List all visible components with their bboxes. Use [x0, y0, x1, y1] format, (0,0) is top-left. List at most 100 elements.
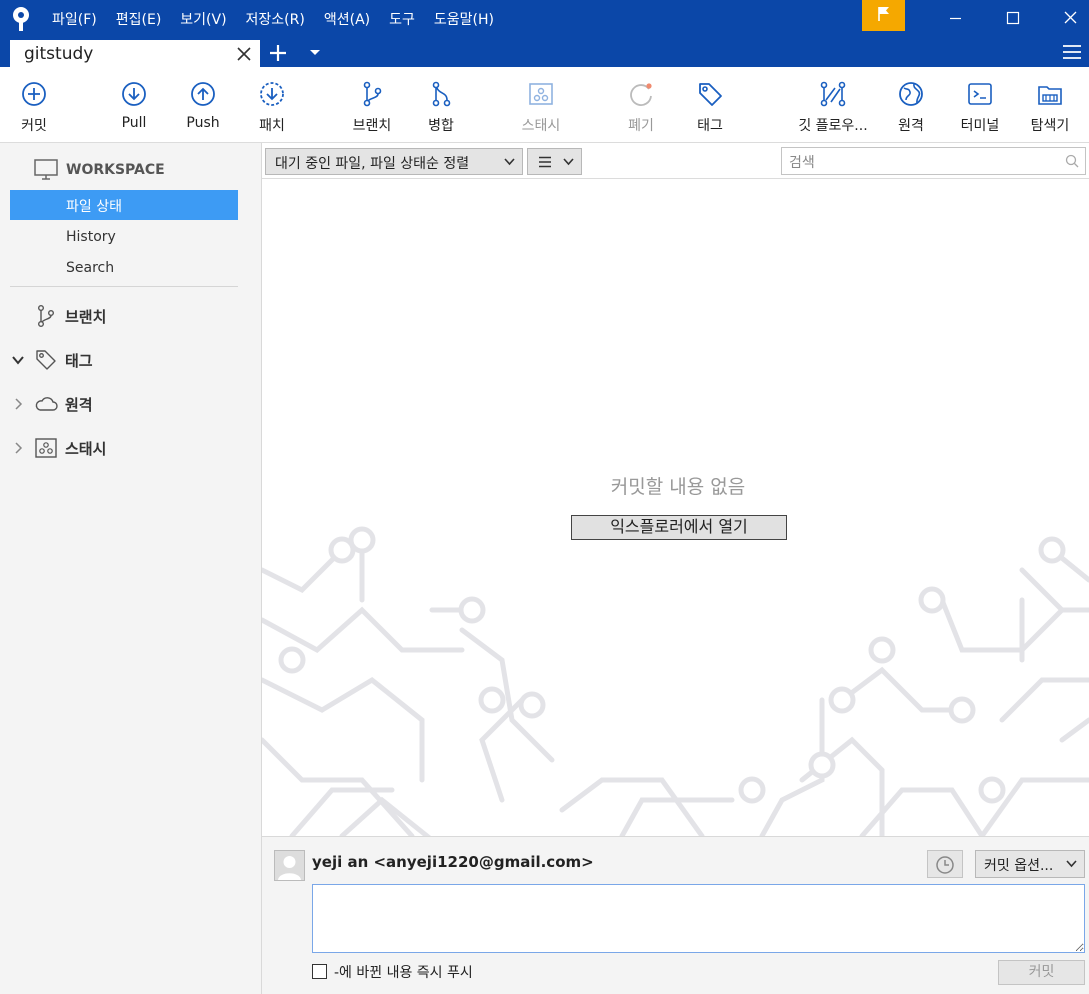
- menu-repository[interactable]: 저장소(R): [246, 9, 305, 29]
- chevron-right-icon[interactable]: [12, 442, 24, 454]
- menu-help[interactable]: 도움말(H): [434, 9, 494, 29]
- workspace-header: WORKSPACE: [34, 157, 165, 183]
- sidebar-group-stashes-label: 스태시: [65, 440, 107, 458]
- merge-tool-label: 병합: [428, 118, 454, 134]
- tag-tool-button[interactable]: 태그: [686, 67, 734, 143]
- explorer-tool-button[interactable]: 탐색기: [1022, 67, 1078, 143]
- tab-bar: gitstudy: [0, 37, 1089, 67]
- maximize-icon[interactable]: [984, 0, 1042, 37]
- menu-tools[interactable]: 도구: [389, 9, 415, 29]
- sidebar-item-history[interactable]: History: [66, 229, 116, 245]
- list-icon: [539, 156, 551, 168]
- sidebar-group-remotes[interactable]: 원격: [0, 389, 262, 419]
- tab-dropdown-icon[interactable]: [309, 49, 321, 57]
- title-bar: 파일(F) 편집(E) 보기(V) 저장소(R) 액션(A) 도구 도움말(H): [0, 0, 1089, 37]
- sidebar: WORKSPACE 파일 상태 History Search 브랜치 태그 원격…: [0, 143, 262, 994]
- terminal-icon: [968, 83, 992, 105]
- chevron-down-icon[interactable]: [12, 354, 24, 366]
- hamburger-menu-icon[interactable]: [1062, 44, 1082, 60]
- flag-icon: [878, 7, 889, 21]
- minimize-icon[interactable]: [926, 0, 984, 37]
- push-tool-label: Push: [186, 115, 220, 131]
- stash-tool-button[interactable]: 스태시: [511, 67, 571, 143]
- sidebar-group-branches[interactable]: 브랜치: [0, 301, 262, 331]
- menu-file[interactable]: 파일(F): [52, 9, 97, 29]
- repo-tab-title: gitstudy: [24, 44, 94, 64]
- gitflow-icon: [820, 81, 846, 107]
- sidebar-group-branches-label: 브랜치: [65, 308, 107, 326]
- push-immediately-label: -에 바뀐 내용 즉시 푸시: [334, 965, 473, 981]
- filter-bar: 대기 중인 파일, 파일 상태순 정렬 검색: [262, 143, 1089, 179]
- stash-icon: [35, 438, 57, 458]
- close-window-icon[interactable]: [1041, 0, 1089, 37]
- remote-tool-label: 원격: [898, 118, 924, 134]
- commit-options-dropdown[interactable]: 커밋 옵션...: [975, 850, 1085, 878]
- tab-close-icon[interactable]: [236, 46, 252, 62]
- sidebar-item-search[interactable]: Search: [66, 260, 114, 276]
- explorer-tool-label: 탐색기: [1030, 118, 1070, 134]
- chevron-right-icon[interactable]: [12, 398, 24, 410]
- branch-icon: [363, 81, 382, 107]
- file-filter-dropdown[interactable]: 대기 중인 파일, 파일 상태순 정렬: [265, 148, 523, 175]
- tag-tool-label: 태그: [697, 118, 723, 134]
- stash-tool-label: 스태시: [521, 118, 561, 134]
- globe-icon: [899, 82, 923, 106]
- push-immediately-checkbox[interactable]: [312, 964, 327, 979]
- commit-history-button[interactable]: [927, 850, 963, 878]
- discard-icon: [630, 83, 652, 106]
- commit-author: yeji an <anyeji1220@gmail.com>: [312, 853, 594, 871]
- main-toolbar: 커밋 Pull Push 패치 브랜치 병합 스태시 폐기 태그 깃 플로우..…: [0, 67, 1089, 143]
- merge-tool-button[interactable]: 병합: [417, 67, 465, 143]
- patch-icon: [260, 82, 284, 106]
- workspace-label: WORKSPACE: [66, 162, 165, 178]
- add-tab-icon[interactable]: [268, 43, 288, 63]
- pull-tool-button[interactable]: Pull: [110, 67, 158, 143]
- tag-icon: [699, 83, 722, 106]
- tag-icon: [36, 350, 56, 370]
- commit-tool-button[interactable]: 커밋: [10, 67, 58, 143]
- merge-icon: [432, 81, 451, 107]
- commit-options-label: 커밋 옵션...: [984, 858, 1054, 874]
- monitor-icon: [34, 159, 58, 180]
- menu-view[interactable]: 보기(V): [180, 9, 226, 29]
- view-mode-dropdown[interactable]: [527, 148, 582, 175]
- user-avatar-icon: [278, 856, 301, 880]
- commit-message-field[interactable]: [312, 884, 1085, 953]
- avatar: [274, 850, 305, 881]
- sidebar-item-file-status[interactable]: [10, 190, 238, 220]
- chevron-down-icon: [563, 158, 574, 166]
- remote-tool-button[interactable]: 원격: [887, 67, 935, 143]
- folder-icon: [1038, 86, 1062, 105]
- sidebar-group-stashes[interactable]: 스태시: [0, 433, 262, 463]
- push-tool-button[interactable]: Push: [179, 67, 227, 143]
- repo-tab[interactable]: gitstudy: [10, 40, 260, 67]
- sourcetree-logo-icon[interactable]: [10, 6, 32, 32]
- commit-panel: yeji an <anyeji1220@gmail.com> 커밋 옵션... …: [262, 836, 1089, 994]
- open-in-explorer-button[interactable]: 익스플로러에서 열기: [571, 515, 787, 540]
- gitflow-tool-button[interactable]: 깃 플로우...: [792, 67, 874, 143]
- patch-tool-button[interactable]: 패치: [248, 67, 296, 143]
- pull-tool-label: Pull: [121, 115, 147, 131]
- branch-tool-button[interactable]: 브랜치: [343, 67, 401, 143]
- menu-bar: 파일(F) 편집(E) 보기(V) 저장소(R) 액션(A) 도구 도움말(H): [52, 0, 513, 37]
- chevron-down-icon: [504, 158, 515, 166]
- search-icon: [1065, 154, 1079, 168]
- commit-button[interactable]: 커밋: [998, 960, 1085, 985]
- sidebar-group-tags-label: 태그: [65, 352, 93, 370]
- clock-icon: [936, 856, 954, 874]
- menu-edit[interactable]: 편집(E): [116, 9, 162, 29]
- menu-actions[interactable]: 액션(A): [324, 9, 370, 29]
- discard-tool-button[interactable]: 폐기: [617, 67, 665, 143]
- plus-circle-icon: [22, 82, 46, 106]
- file-status-panel: 커밋할 내용 없음 익스플로러에서 열기: [262, 180, 1089, 836]
- search-placeholder: 검색: [789, 155, 815, 171]
- push-arrow-up-icon: [191, 82, 215, 106]
- notification-flag-button[interactable]: [862, 0, 905, 31]
- sidebar-group-tags[interactable]: 태그: [0, 345, 262, 375]
- terminal-tool-button[interactable]: 터미널: [950, 67, 1010, 143]
- sidebar-group-remotes-label: 원격: [65, 396, 93, 414]
- file-filter-label: 대기 중인 파일, 파일 상태순 정렬: [275, 156, 470, 172]
- search-input[interactable]: 검색: [781, 147, 1086, 175]
- gitflow-tool-label: 깃 플로우...: [798, 118, 868, 134]
- cloud-icon: [35, 397, 58, 411]
